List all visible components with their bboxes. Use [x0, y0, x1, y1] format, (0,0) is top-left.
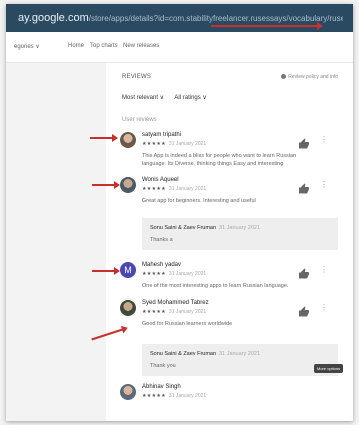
- reviewer-name: Wonis Aqueel: [142, 177, 179, 183]
- annotation-arrow: [92, 267, 120, 275]
- star-rating: ★★★★★ 31 January 2021: [142, 141, 206, 147]
- more-vert-icon[interactable]: ⋮: [320, 181, 328, 189]
- annotation-arrow: [92, 181, 120, 189]
- review-text: Great app for beginners. Interesting and…: [142, 198, 256, 204]
- review-policy-link[interactable]: Review policy and info: [281, 74, 338, 80]
- stars-icon: ★★★★★: [142, 271, 166, 277]
- avatar: [120, 384, 136, 400]
- sort-dropdown[interactable]: Most relevant ∨: [122, 95, 164, 101]
- review-item: Abhinav Singh ★★★★★ 31 January 2021: [120, 384, 342, 420]
- nav-home[interactable]: Home: [68, 43, 84, 49]
- address-bar[interactable]: ay.google.com/store/apps/details?id=com.…: [6, 4, 353, 32]
- developer-reply: Sonu Saini & Zaev Fruman 31 January 2021 …: [142, 344, 338, 376]
- avatar: M: [120, 262, 136, 278]
- screenshot-frame: ay.google.com/store/apps/details?id=com.…: [6, 4, 353, 421]
- left-sidebar: [6, 63, 106, 421]
- review-date: 31 January 2021: [168, 186, 207, 192]
- review-text: One of the most interesting apps to lear…: [142, 283, 289, 289]
- review-text: This App is indeed a bliss for people wh…: [142, 153, 297, 167]
- thumbs-up-icon[interactable]: [298, 306, 310, 318]
- review-policy-label: Review policy and info: [288, 74, 338, 80]
- reviewer-name: Abhinav Singh: [142, 384, 181, 390]
- review-date: 31 January 2021: [168, 271, 207, 277]
- stars-icon: ★★★★★: [142, 186, 166, 192]
- more-vert-icon[interactable]: ⋮: [320, 266, 328, 274]
- reply-date: 31 January 2021: [219, 225, 261, 231]
- review-date: 31 January 2021: [168, 141, 207, 147]
- store-nav: egories ∨ Home Top charts New releases: [6, 32, 353, 63]
- review-date: 31 January 2021: [168, 309, 207, 315]
- reply-author-name: Sonu Saini & Zaev Fruman: [150, 351, 217, 357]
- more-options-tooltip: More options: [314, 364, 344, 373]
- url-text[interactable]: ay.google.com/store/apps/details?id=com.…: [18, 11, 343, 25]
- url-path: /store/apps/details?id=com.stabilityfree…: [88, 14, 343, 23]
- reviewer-name: Mahesh yadav: [142, 262, 182, 268]
- thumbs-up-icon[interactable]: [298, 183, 310, 195]
- reviewer-name: satyam tripathi: [142, 132, 182, 138]
- avatar: [120, 300, 136, 316]
- url-domain: ay.google.com: [18, 12, 89, 24]
- nav-categories[interactable]: egories ∨: [14, 43, 40, 50]
- reply-author: Sonu Saini & Zaev Fruman 31 January 2021: [150, 225, 260, 231]
- reviews-panel: REVIEWS Review policy and info Most rele…: [108, 64, 348, 421]
- nav-top-charts[interactable]: Top charts: [90, 43, 118, 49]
- reply-text: Thank you: [150, 363, 176, 369]
- reply-author: Sonu Saini & Zaev Fruman 31 January 2021: [150, 351, 260, 357]
- thumbs-up-icon[interactable]: [298, 268, 310, 280]
- more-vert-icon[interactable]: ⋮: [320, 136, 328, 144]
- review-item: M Mahesh yadav ★★★★★ 31 January 2021 One …: [120, 262, 342, 302]
- stars-icon: ★★★★★: [142, 393, 166, 399]
- more-vert-icon[interactable]: ⋮: [320, 304, 328, 312]
- avatar: [120, 132, 136, 148]
- rating-dropdown[interactable]: All ratings ∨: [174, 95, 206, 101]
- stars-icon: ★★★★★: [142, 141, 166, 147]
- star-rating: ★★★★★ 31 January 2021: [142, 186, 206, 192]
- nav-new-releases[interactable]: New releases: [123, 43, 159, 49]
- annotation-arrow: [90, 134, 118, 142]
- info-icon: [281, 74, 287, 80]
- annotation-underline: [211, 25, 319, 27]
- review-text: Good for Russian learners worldwide: [142, 321, 233, 327]
- avatar: [120, 177, 136, 193]
- reply-text: Thanks a: [150, 237, 173, 243]
- review-date: 31 January 2021: [168, 393, 207, 399]
- stars-icon: ★★★★★: [142, 309, 166, 315]
- section-label: User reviews: [122, 117, 157, 123]
- reply-date: 31 January 2021: [219, 351, 261, 357]
- review-filters: Most relevant ∨ All ratings ∨: [122, 94, 216, 101]
- developer-reply: Sonu Saini & Zaev Fruman 31 January 2021 …: [142, 218, 338, 250]
- reviewer-name: Syed Mohammed Tabrez: [142, 300, 209, 306]
- star-rating: ★★★★★ 31 January 2021: [142, 271, 206, 277]
- reviews-heading: REVIEWS: [122, 74, 152, 80]
- reply-author-name: Sonu Saini & Zaev Fruman: [150, 225, 217, 231]
- review-item: Syed Mohammed Tabrez ★★★★★ 31 January 202…: [120, 300, 342, 390]
- star-rating: ★★★★★ 31 January 2021: [142, 309, 206, 315]
- star-rating: ★★★★★ 31 January 2021: [142, 393, 206, 399]
- thumbs-up-icon[interactable]: [298, 138, 310, 150]
- annotation-arrowhead: [317, 22, 323, 30]
- review-item: satyam tripathi ★★★★★ 31 January 2021 Thi…: [120, 132, 342, 182]
